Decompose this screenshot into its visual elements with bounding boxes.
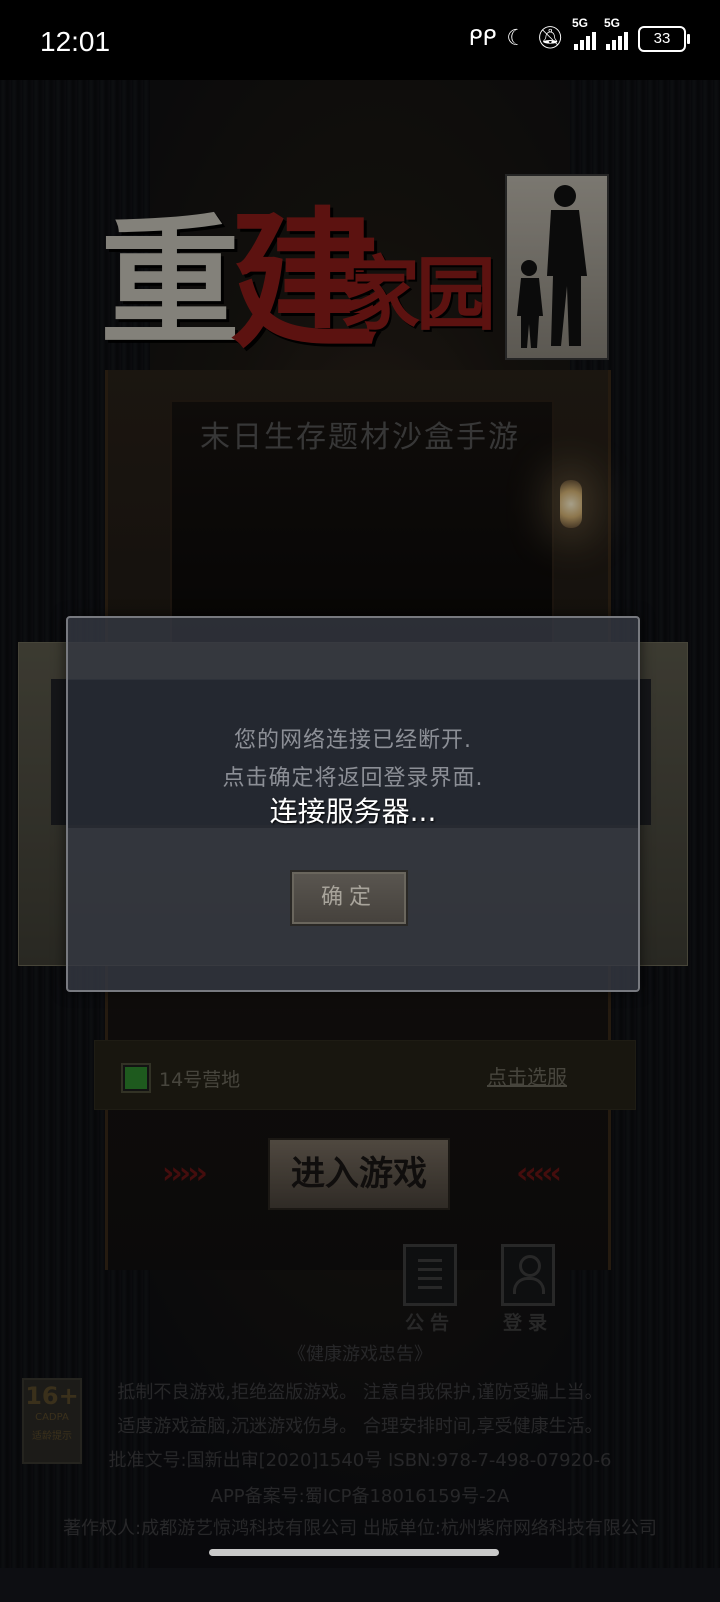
moon-icon: ☾ [506, 26, 527, 51]
battery-icon: 33 [638, 26, 690, 52]
mute-icon: 🔕︎ [536, 26, 564, 51]
dialog-message-line-1: 您的网络连接已经断开. [234, 728, 472, 753]
status-bar: 12:01 ᑭᑭ ☾ 🔕︎ 5G 5G 33 [0, 0, 720, 80]
signal-1-tag: 5G [572, 16, 589, 30]
status-time: 12:01 [40, 26, 111, 57]
dialog-message-line-2: 点击确定将返回登录界面. [222, 766, 484, 791]
signal-2-icon: 5G [604, 16, 628, 50]
network-disconnected-dialog: 您的网络连接已经断开. 点击确定将返回登录界面. 连接服务器... 确定 [66, 616, 640, 992]
confirm-button[interactable]: 确定 [290, 870, 408, 926]
earbuds-icon: ᑭᑭ [468, 26, 497, 51]
status-icons: ᑭᑭ ☾ 🔕︎ 5G 5G 33 [468, 16, 690, 54]
signal-1-icon: 5G [572, 16, 596, 50]
connecting-server-text: 连接服务器... [269, 795, 437, 828]
signal-2-tag: 5G [604, 16, 621, 30]
home-indicator[interactable] [209, 1549, 499, 1556]
